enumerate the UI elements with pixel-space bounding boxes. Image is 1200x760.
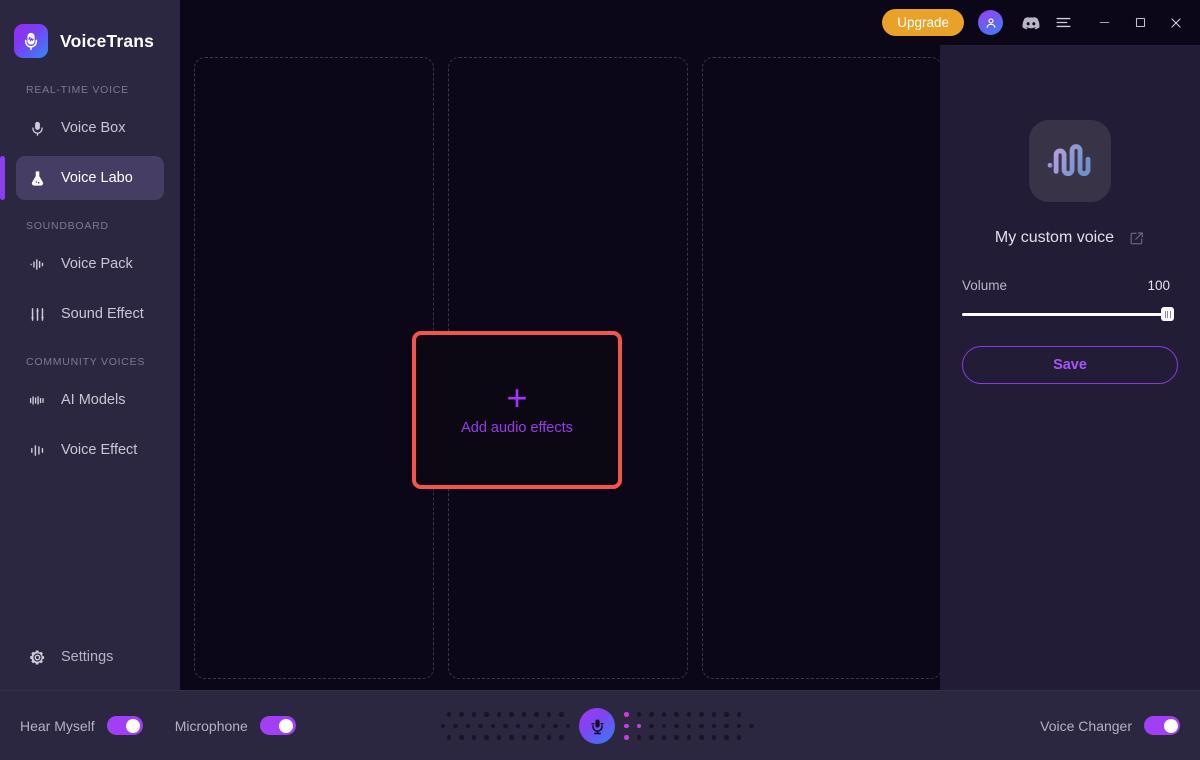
sidebar-item-label: Voice Labo: [61, 170, 133, 186]
voice-waveform-avatar-icon: [1029, 120, 1111, 202]
add-audio-effects-card[interactable]: + Add audio effects: [412, 331, 622, 489]
nav-section-soundboard: SOUNDBOARD: [26, 220, 109, 232]
sidebar-item-label: Sound Effect: [61, 306, 144, 322]
brand: VoiceTrans: [0, 0, 180, 64]
microphone-label: Microphone: [174, 717, 248, 734]
microphone-control: Microphone: [175, 716, 296, 735]
sidebar-item-voice-box[interactable]: Voice Box: [16, 106, 164, 150]
hear-myself-control: Hear Myself: [20, 716, 143, 735]
sidebar-item-label: Voice Box: [61, 120, 126, 136]
upgrade-button[interactable]: Upgrade: [882, 9, 964, 36]
dropzone-1[interactable]: [194, 57, 434, 679]
sidebar: VoiceTrans REAL-TIME VOICE Voice Box Voi…: [0, 0, 180, 760]
sidebar-item-label: Voice Pack: [61, 256, 133, 272]
voice-settings-panel: My custom voice Volume 100 Save: [940, 45, 1200, 690]
sidebar-item-settings[interactable]: Settings: [0, 642, 180, 672]
main-canvas: + Add audio effects: [180, 45, 942, 690]
waveform-bars-icon: [26, 253, 48, 275]
volume-value: 100: [1147, 278, 1170, 293]
volume-row: Volume 100: [962, 278, 1170, 293]
volume-slider[interactable]: [962, 307, 1174, 321]
volume-label: Volume: [962, 278, 1008, 293]
equalizer-icon: [26, 439, 48, 461]
gear-icon: [26, 648, 48, 667]
voice-name-row: My custom voice: [940, 229, 1200, 247]
user-avatar-icon[interactable]: [978, 10, 1003, 35]
discord-icon[interactable]: [1018, 10, 1044, 36]
sidebar-item-voice-pack[interactable]: Voice Pack: [16, 242, 164, 286]
sidebar-item-voice-labo[interactable]: Voice Labo: [0, 156, 164, 200]
add-audio-effects-label: Add audio effects: [461, 419, 573, 436]
microphone-icon: [26, 117, 48, 139]
hear-myself-label: Hear Myself: [20, 717, 95, 734]
voice-changer-label: Voice Changer: [1040, 717, 1132, 734]
flask-icon: [26, 167, 48, 189]
audio-visualizer: [440, 691, 754, 760]
sidebar-item-ai-models[interactable]: AI Models: [16, 378, 164, 422]
sidebar-item-voice-effect[interactable]: Voice Effect: [16, 428, 164, 472]
bottom-bar-right: Voice Changer: [1040, 716, 1180, 735]
minimize-button[interactable]: [1086, 0, 1122, 45]
volume-slider-thumb[interactable]: [1161, 307, 1174, 321]
maximize-button[interactable]: [1122, 0, 1158, 45]
hamburger-menu-icon[interactable]: [1050, 10, 1076, 36]
sidebar-item-sound-effect[interactable]: Sound Effect: [16, 292, 164, 336]
sidebar-item-label: Voice Effect: [61, 442, 138, 458]
mic-record-button[interactable]: [579, 708, 615, 744]
app-logo-icon: [14, 24, 48, 58]
settings-label: Settings: [61, 649, 114, 665]
plus-icon: +: [506, 376, 528, 418]
title-bar: Upgrade: [180, 0, 1200, 45]
nav-section-realtime-voice: REAL-TIME VOICE: [26, 84, 129, 96]
dropzone-3[interactable]: [702, 57, 942, 679]
app-window: VoiceTrans REAL-TIME VOICE Voice Box Voi…: [0, 0, 1200, 760]
voice-changer-toggle[interactable]: [1144, 716, 1180, 735]
hear-myself-toggle[interactable]: [106, 716, 143, 735]
sliders-icon: [26, 303, 48, 325]
nav-section-community-voices: COMMUNITY VOICES: [26, 356, 146, 368]
bottom-bar: Hear Myself Microphone Voice Changer: [0, 690, 1200, 760]
close-button[interactable]: [1158, 0, 1194, 45]
ai-waveform-icon: [26, 389, 48, 411]
volume-slider-track: [962, 312, 1170, 316]
brand-name: VoiceTrans: [60, 30, 155, 51]
save-button[interactable]: Save: [962, 346, 1178, 384]
visualizer-dots-left: [440, 712, 570, 740]
bottom-bar-left: Hear Myself Microphone: [20, 716, 296, 735]
sidebar-item-label: AI Models: [61, 392, 126, 408]
visualizer-dots-right: [624, 712, 754, 740]
microphone-toggle[interactable]: [259, 716, 296, 735]
edit-pencil-icon[interactable]: [1128, 230, 1145, 247]
voice-name: My custom voice: [994, 229, 1115, 246]
